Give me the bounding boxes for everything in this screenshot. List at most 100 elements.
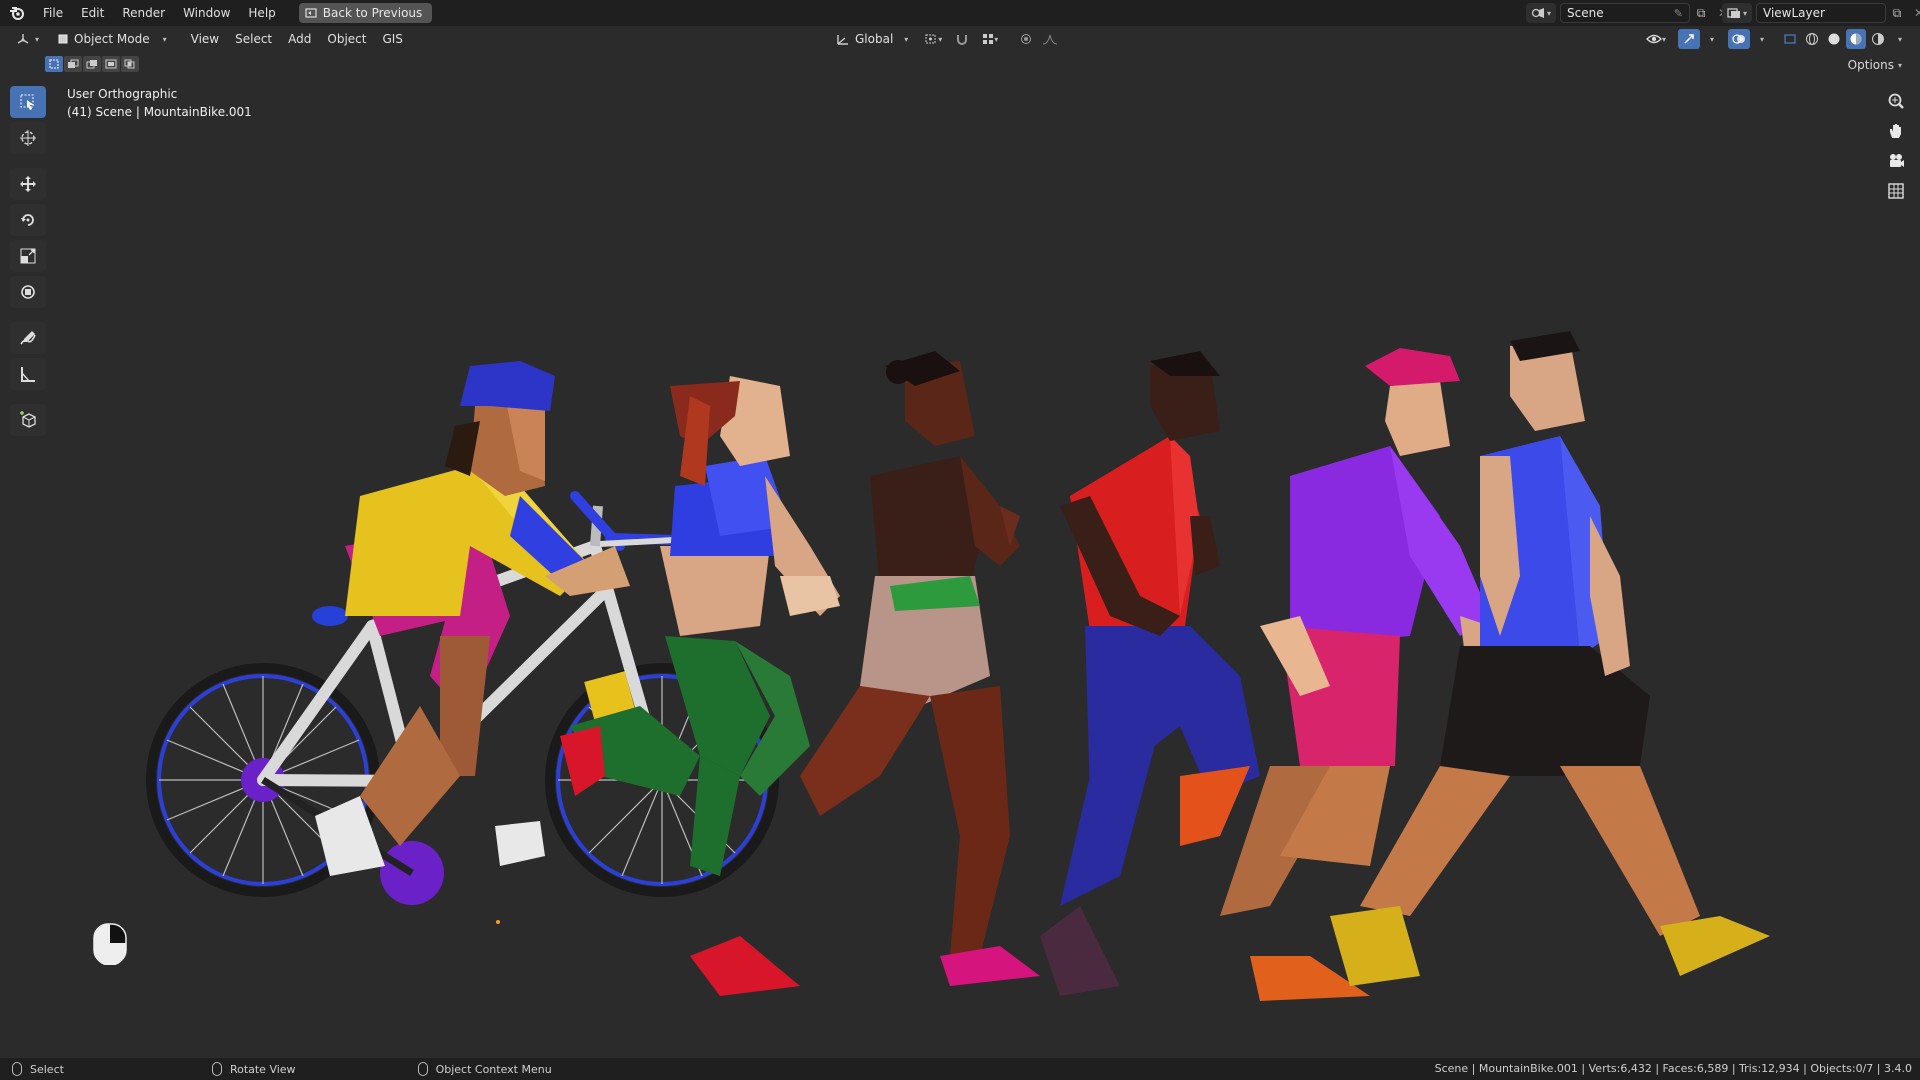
menu-view[interactable]: View <box>183 32 227 46</box>
scene-statistics: Scene | MountainBike.001 | Verts:6,432 |… <box>1434 1062 1912 1075</box>
view-layer-selector: ▾ ViewLayer ⧉ ✕ <box>1722 3 1920 23</box>
rendered-shading-icon[interactable] <box>1868 29 1888 49</box>
overlays-toggle-icon[interactable] <box>1728 29 1750 49</box>
orientation-icon <box>837 35 848 45</box>
left-toolbar <box>10 86 46 436</box>
hint-rotate-label: Rotate View <box>229 1062 296 1076</box>
gizmo-dropdown-chevron[interactable]: ▾ <box>1702 29 1722 49</box>
pin-icon[interactable]: ✎ <box>1674 7 1683 20</box>
select-invert-mode-icon[interactable] <box>102 56 120 72</box>
chevron-down-icon: ▾ <box>1897 60 1902 70</box>
overlays-dropdown-chevron[interactable]: ▾ <box>1752 29 1772 49</box>
hint-context-label: Object Context Menu <box>435 1062 552 1076</box>
transform-icon[interactable] <box>10 276 46 308</box>
transform-orientation-dropdown[interactable]: Global ▾ <box>830 29 914 49</box>
pivot-icon <box>925 34 936 44</box>
scale-icon[interactable] <box>10 240 46 272</box>
top-menu-bar: File Edit Render Window Help Back to Pre… <box>0 0 1920 26</box>
solid-shading-icon[interactable] <box>1824 29 1844 49</box>
menu-select[interactable]: Select <box>227 32 280 46</box>
menu-object[interactable]: Object <box>319 32 374 46</box>
viewport-header: ▾ Object Mode ▾ View Select Add Object G… <box>0 26 1920 52</box>
menu-help[interactable]: Help <box>239 0 284 26</box>
menu-edit[interactable]: Edit <box>72 0 113 26</box>
selection-mode-group <box>45 56 139 72</box>
gizmo-toggle-icon[interactable] <box>1678 29 1700 49</box>
add-cube-icon[interactable] <box>10 404 46 436</box>
select-box-icon[interactable] <box>10 86 46 118</box>
snap-grid-icon <box>983 34 994 44</box>
shading-dropdown-chevron[interactable]: ▾ <box>1890 29 1910 49</box>
back-to-previous-button[interactable]: Back to Previous <box>298 3 433 23</box>
scene-selector: ▾ Scene ✎ ⧉ ✕ <box>1526 3 1734 23</box>
scene-type-dropdown[interactable]: ▾ <box>1526 3 1556 23</box>
viewport-scene[interactable] <box>0 76 1920 1060</box>
navigation-gizmo <box>1882 88 1910 204</box>
view-name-label: User Orthographic <box>67 87 178 101</box>
back-to-previous-label: Back to Previous <box>322 6 423 20</box>
blender-logo-icon[interactable] <box>0 0 34 26</box>
scene-name-field[interactable]: Scene ✎ <box>1560 3 1690 23</box>
object-mode-label: Object Mode <box>74 32 150 46</box>
editor-type-dropdown[interactable]: ▾ <box>10 29 45 49</box>
rotate-icon[interactable] <box>10 204 46 236</box>
grid-icon[interactable] <box>1882 178 1910 204</box>
pivot-point-dropdown[interactable]: ▾ <box>918 29 948 49</box>
menu-render[interactable]: Render <box>113 0 174 26</box>
new-view-layer-icon[interactable]: ⧉ <box>1886 3 1908 23</box>
chevron-down-icon: ▾ <box>904 34 909 44</box>
mouse-middle-icon <box>211 1062 222 1076</box>
hint-select: Select <box>0 1062 64 1076</box>
object-mode-dropdown[interactable]: Object Mode ▾ <box>51 29 173 49</box>
mouse-right-icon <box>417 1062 428 1076</box>
view-layer-name-text: ViewLayer <box>1763 6 1825 20</box>
chevron-down-icon: ▾ <box>1546 8 1551 18</box>
scene-icon <box>1531 8 1544 18</box>
object-info-label: (41) Scene | MountainBike.001 <box>67 105 252 119</box>
menu-gis[interactable]: GIS <box>374 32 410 46</box>
select-subtract-mode-icon[interactable] <box>83 56 101 72</box>
hint-rotate: Rotate View <box>200 1062 296 1076</box>
measure-icon[interactable] <box>10 358 46 390</box>
delete-view-layer-icon[interactable]: ✕ <box>1908 3 1920 23</box>
move-icon[interactable] <box>10 168 46 200</box>
select-intersect-mode-icon[interactable] <box>121 56 139 72</box>
status-bar: Select Rotate View Object Context Menu S… <box>0 1058 1920 1080</box>
view-layer-name-field[interactable]: ViewLayer <box>1756 3 1886 23</box>
scene-name-text: Scene <box>1567 6 1604 20</box>
screen-back-icon <box>305 8 317 18</box>
hint-select-label: Select <box>30 1062 64 1076</box>
select-extend-mode-icon[interactable] <box>64 56 82 72</box>
view-layer-type-dropdown[interactable]: ▾ <box>1722 3 1752 23</box>
material-preview-shading-icon[interactable] <box>1846 29 1866 49</box>
falloff-curve-icon[interactable] <box>1040 29 1060 49</box>
options-dropdown[interactable]: Options ▾ <box>1840 56 1910 74</box>
select-new-mode-icon[interactable] <box>45 56 63 72</box>
hint-context: Object Context Menu <box>406 1062 552 1076</box>
camera-icon[interactable] <box>1882 148 1910 174</box>
runner-bun-figure[interactable] <box>800 351 1040 986</box>
hand-pan-icon[interactable] <box>1882 118 1910 144</box>
chevron-down-icon: ▾ <box>1742 8 1747 18</box>
chevron-down-icon: ▾ <box>35 34 40 44</box>
mouse-left-icon <box>12 1062 22 1076</box>
wireframe-shading-icon[interactable] <box>1802 29 1822 49</box>
snap-toggle-icon[interactable] <box>952 29 972 49</box>
transform-tools-group: Global ▾ ▾ ▾ <box>830 29 1060 49</box>
zoom-icon[interactable] <box>1882 88 1910 114</box>
menu-add[interactable]: Add <box>280 32 319 46</box>
annotate-icon[interactable] <box>10 322 46 354</box>
menu-file[interactable]: File <box>34 0 72 26</box>
origin-point <box>496 920 500 924</box>
mouse-indicator-icon <box>93 923 127 965</box>
snap-target-dropdown[interactable]: ▾ <box>976 29 1004 49</box>
new-scene-icon[interactable]: ⧉ <box>1690 3 1712 23</box>
menu-window[interactable]: Window <box>174 0 239 26</box>
proportional-editing-icon[interactable] <box>1016 29 1036 49</box>
xray-toggle-icon[interactable] <box>1780 29 1800 49</box>
chevron-down-icon: ▾ <box>162 34 167 44</box>
options-label: Options <box>1847 58 1894 72</box>
viewport-display-tools: ▾ ▾ ▾ ▾ <box>1642 29 1910 49</box>
visibility-dropdown[interactable]: ▾ <box>1642 29 1670 49</box>
cursor-icon[interactable] <box>10 122 46 154</box>
